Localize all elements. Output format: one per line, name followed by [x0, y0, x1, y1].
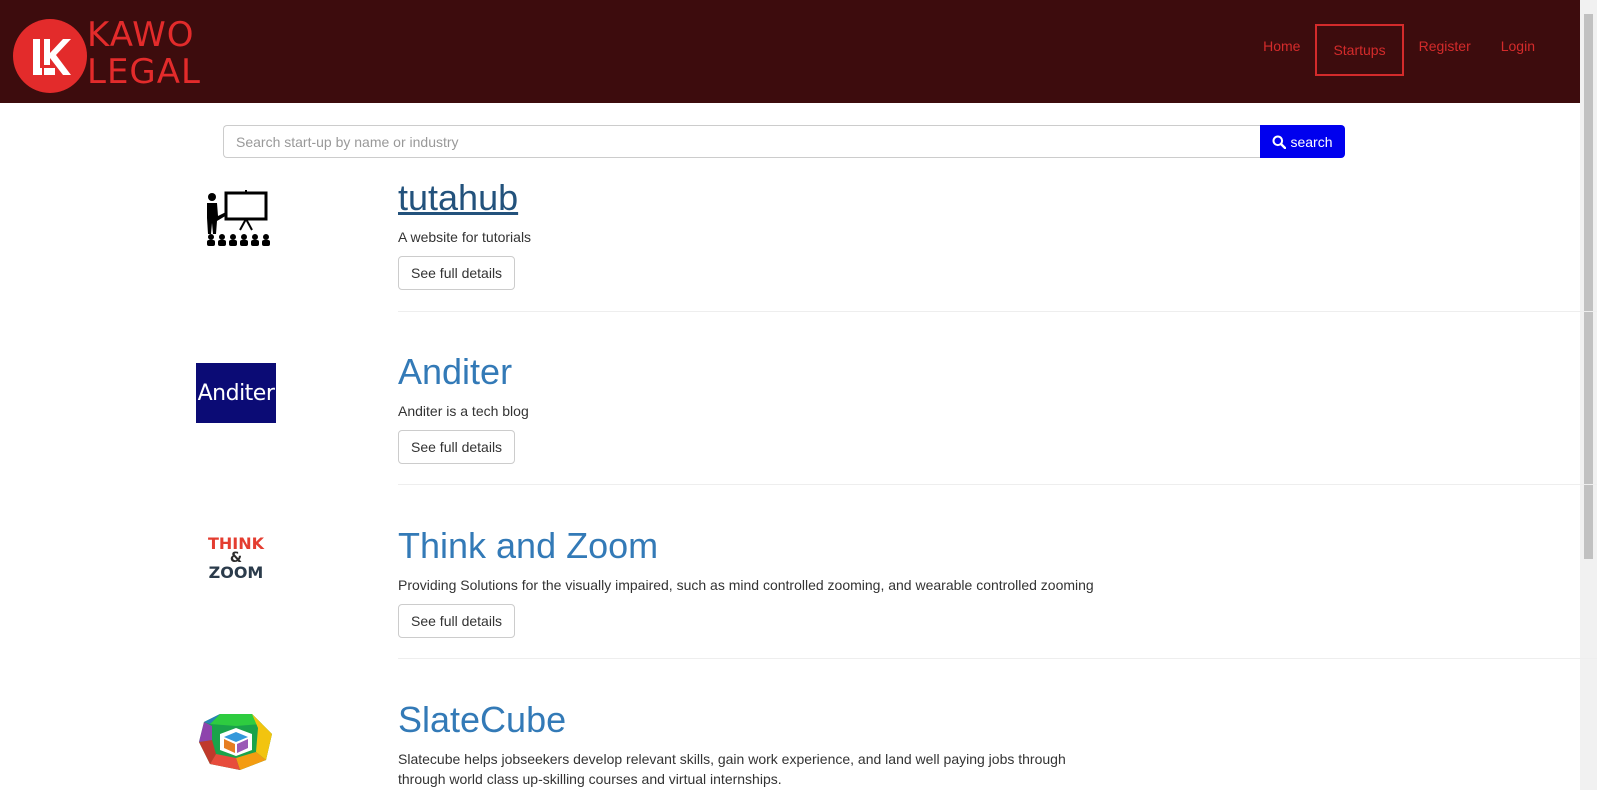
scrollbar-thumb[interactable] [1584, 14, 1593, 559]
nav-home[interactable]: Home [1248, 20, 1315, 72]
startup-body: tutahub A website for tutorials See full… [398, 178, 1580, 290]
anditer-logo-text: Anditer [197, 380, 275, 406]
nav-startups[interactable]: Startups [1315, 24, 1404, 76]
brand-logo[interactable]: KAWO LEGAL [13, 17, 213, 97]
brand-name: KAWO LEGAL [87, 17, 201, 91]
brand-line-2: LEGAL [87, 52, 201, 92]
main-nav: Home Startups Register Login [1248, 24, 1550, 76]
see-full-details-button[interactable]: See full details [398, 604, 516, 638]
logo-mark [13, 19, 87, 93]
search-bar: search [223, 125, 1345, 158]
search-input[interactable] [223, 125, 1260, 158]
search-icon [1272, 135, 1287, 149]
startup-body: Think and Zoom Providing Solutions for t… [398, 526, 1580, 638]
see-full-details-button[interactable]: See full details [398, 430, 516, 464]
startup-thumbnail [196, 190, 274, 248]
cube-hexagon-icon [199, 714, 272, 770]
brand-line-1: KAWO [87, 15, 195, 55]
presentation-icon [207, 190, 270, 246]
startup-thumbnail: THINK & ZOOM [196, 536, 276, 592]
divider [398, 311, 1597, 312]
nav-login[interactable]: Login [1486, 20, 1550, 72]
startup-thumbnail: Anditer [196, 363, 276, 423]
startup-description: A website for tutorials [398, 229, 532, 245]
startup-thumbnail [196, 712, 274, 772]
startup-title-link[interactable]: Anditer [398, 352, 1580, 392]
nav-register[interactable]: Register [1404, 20, 1486, 72]
startup-body: SlateCube Slatecube helps jobseekers dev… [398, 700, 1580, 789]
startup-title-link[interactable]: tutahub [398, 178, 1580, 218]
search-button[interactable]: search [1260, 125, 1345, 158]
page-scrollbar[interactable] [1580, 0, 1597, 790]
startup-title-link[interactable]: Think and Zoom [398, 526, 1580, 566]
site-header: KAWO LEGAL Home Startups Register Login [0, 0, 1580, 103]
startup-body: Anditer Anditer is a tech blog See full … [398, 352, 1580, 464]
startup-title-link[interactable]: SlateCube [398, 700, 1580, 740]
search-button-label: search [1290, 133, 1333, 150]
divider [398, 658, 1597, 659]
startup-description: Slatecube helps jobseekers develop relev… [398, 751, 1066, 787]
startup-description: Anditer is a tech blog [398, 403, 529, 419]
see-full-details-button[interactable]: See full details [398, 256, 516, 290]
zoom-logo-text: ZOOM [208, 563, 264, 582]
startup-description: Providing Solutions for the visually imp… [398, 577, 1094, 593]
divider [398, 484, 1597, 485]
lk-monogram-icon [33, 39, 71, 75]
